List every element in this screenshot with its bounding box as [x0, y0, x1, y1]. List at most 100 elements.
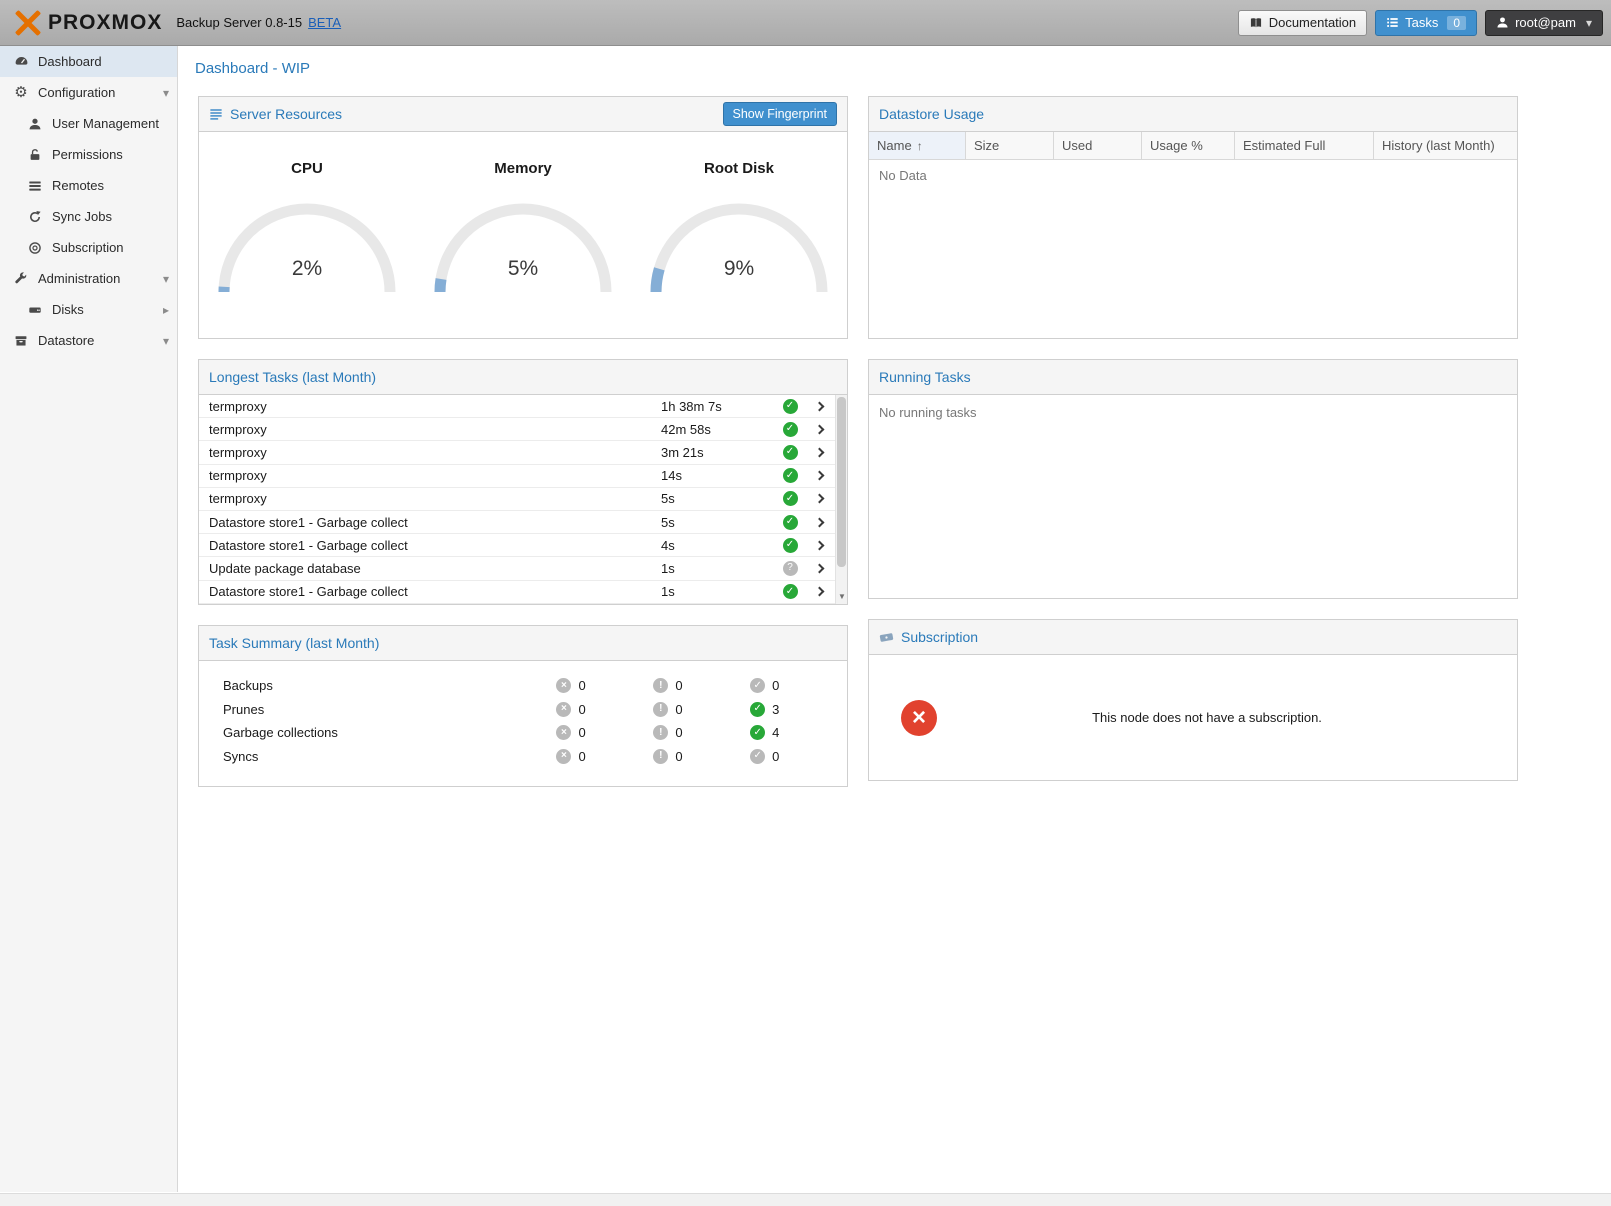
task-row[interactable]: termproxy 42m 58s [199, 418, 835, 441]
column-label: History (last Month) [1382, 138, 1495, 153]
error-count: 0 [578, 702, 585, 717]
scrollbar[interactable] [835, 395, 847, 604]
task-name: termproxy [209, 445, 661, 460]
task-name: Datastore store1 - Garbage collect [209, 584, 661, 599]
task-status-icon [783, 399, 798, 414]
datastore-empty-text: No Data [869, 160, 1517, 338]
task-status-icon [783, 491, 798, 506]
task-duration: 1s [661, 561, 777, 576]
sidebar-item-administration[interactable]: Administration [0, 263, 177, 294]
column-label: Usage % [1150, 138, 1203, 153]
subscription-panel: Subscription × This node does not have a… [868, 619, 1518, 781]
chevron-down-icon[interactable] [163, 85, 169, 100]
task-row[interactable]: termproxy 5s [199, 488, 835, 511]
beta-link[interactable]: BETA [308, 15, 341, 30]
scrollbar-thumb[interactable] [837, 397, 846, 567]
documentation-button[interactable]: Documentation [1238, 10, 1367, 36]
summary-row-syncs: Syncs 0 0 0 [199, 745, 847, 769]
task-status-icon [783, 422, 798, 437]
sidebar-item-label: Configuration [38, 85, 115, 100]
column-header-usage-percent[interactable]: Usage % [1142, 132, 1235, 159]
server-list-icon [26, 179, 44, 193]
chevron-right-icon[interactable] [803, 426, 835, 433]
datastore-table-header: Name Size Used Usage % Estimated Full Hi… [869, 132, 1517, 160]
ticket-icon [879, 630, 894, 645]
sidebar: Dashboard ⚙ Configuration User Managemen… [0, 46, 178, 1192]
task-duration: 1s [661, 584, 777, 599]
chevron-right-icon[interactable] [803, 519, 835, 526]
sidebar-item-label: Sync Jobs [52, 209, 112, 224]
datastore-usage-panel: Datastore Usage Name Size Used Usage % E… [868, 96, 1518, 339]
running-tasks-panel: Running Tasks No running tasks [868, 359, 1518, 599]
task-status-icon [783, 561, 798, 576]
chevron-right-icon[interactable] [803, 472, 835, 479]
column-header-size[interactable]: Size [966, 132, 1054, 159]
panel-title: Datastore Usage [879, 106, 984, 122]
documentation-label: Documentation [1269, 15, 1356, 30]
sidebar-item-label: Dashboard [38, 54, 102, 69]
chevron-right-icon[interactable] [163, 302, 169, 317]
gauge-value: 2% [212, 257, 402, 281]
task-duration: 42m 58s [661, 422, 777, 437]
chevron-down-icon[interactable] [163, 271, 169, 286]
sidebar-item-subscription[interactable]: Subscription [0, 232, 177, 263]
sidebar-item-sync-jobs[interactable]: Sync Jobs [0, 201, 177, 232]
sidebar-item-configuration[interactable]: ⚙ Configuration [0, 77, 177, 108]
chevron-down-icon[interactable] [163, 333, 169, 348]
panel-title: Task Summary (last Month) [209, 635, 379, 651]
task-row[interactable]: termproxy 3m 21s [199, 441, 835, 464]
task-list-icon [1386, 16, 1399, 29]
task-name: Datastore store1 - Garbage collect [209, 538, 661, 553]
page-title: Dashboard - WIP [178, 46, 1611, 87]
sidebar-item-remotes[interactable]: Remotes [0, 170, 177, 201]
chevron-right-icon[interactable] [803, 542, 835, 549]
chevron-right-icon[interactable] [803, 403, 835, 410]
root-disk-gauge: Root Disk 9% [644, 160, 834, 338]
warning-count-icon [653, 725, 668, 740]
proxmox-x-icon [14, 10, 42, 36]
column-header-name[interactable]: Name [869, 132, 966, 159]
chevron-right-icon[interactable] [803, 449, 835, 456]
summary-label: Backups [223, 678, 556, 693]
gauge-value: 5% [428, 257, 618, 281]
column-header-history[interactable]: History (last Month) [1374, 132, 1517, 159]
column-header-estimated-full[interactable]: Estimated Full [1235, 132, 1374, 159]
no-subscription-icon: × [901, 700, 937, 736]
summary-label: Garbage collections [223, 725, 556, 740]
tasks-label: Tasks [1405, 15, 1438, 30]
error-count: 0 [578, 725, 585, 740]
show-fingerprint-button[interactable]: Show Fingerprint [723, 102, 838, 126]
ok-count-icon [750, 749, 765, 764]
sidebar-item-label: Disks [52, 302, 84, 317]
warning-count-icon [653, 749, 668, 764]
ok-count-icon [750, 725, 765, 740]
task-name: Update package database [209, 561, 661, 576]
ok-count: 0 [772, 749, 779, 764]
task-row[interactable]: Datastore store1 - Garbage collect 4s [199, 534, 835, 557]
user-menu-button[interactable]: root@pam [1485, 10, 1603, 36]
chevron-right-icon[interactable] [803, 565, 835, 572]
error-count: 0 [578, 678, 585, 693]
subscription-message: This node does not have a subscription. [937, 710, 1517, 725]
main-area: Dashboard - WIP [178, 46, 1611, 1192]
summary-label: Syncs [223, 749, 556, 764]
column-header-used[interactable]: Used [1054, 132, 1142, 159]
task-row[interactable]: Update package database 1s [199, 557, 835, 580]
sidebar-item-datastore[interactable]: Datastore [0, 325, 177, 356]
sidebar-item-dashboard[interactable]: Dashboard [0, 46, 177, 77]
sidebar-item-user-management[interactable]: User Management [0, 108, 177, 139]
sidebar-item-disks[interactable]: Disks [0, 294, 177, 325]
running-tasks-empty-text: No running tasks [869, 395, 1517, 598]
gauge-value: 9% [644, 257, 834, 281]
task-duration: 4s [661, 538, 777, 553]
task-row[interactable]: termproxy 1h 38m 7s [199, 395, 835, 418]
task-row[interactable]: termproxy 14s [199, 465, 835, 488]
chevron-right-icon[interactable] [803, 495, 835, 502]
sidebar-item-label: Remotes [52, 178, 104, 193]
task-row[interactable]: Datastore store1 - Garbage collect 1s [199, 581, 835, 604]
tasks-button[interactable]: Tasks 0 [1375, 10, 1477, 36]
sidebar-item-permissions[interactable]: Permissions [0, 139, 177, 170]
task-row[interactable]: Datastore store1 - Garbage collect 5s [199, 511, 835, 534]
chevron-right-icon[interactable] [803, 588, 835, 595]
scrollbar-down-arrow[interactable] [836, 587, 847, 602]
